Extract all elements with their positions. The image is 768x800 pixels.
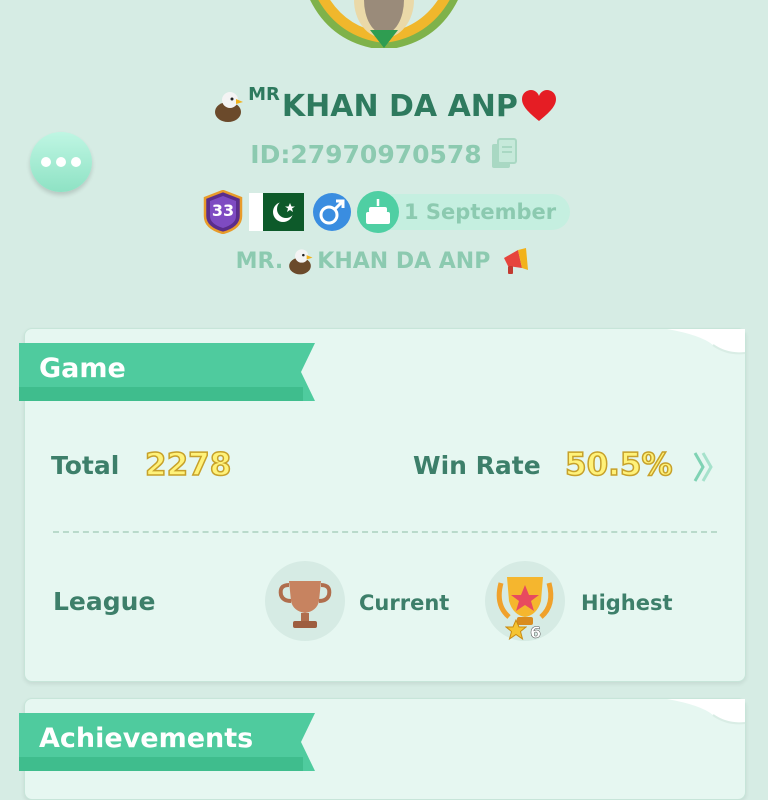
current-label: Current: [359, 591, 450, 615]
signature-name: KHAN DA ANP: [317, 248, 491, 274]
game-title: Game: [39, 353, 126, 384]
highest-stars-count: 6: [530, 623, 542, 643]
eagle-icon: [215, 92, 244, 122]
achievements-title: Achievements: [39, 723, 254, 754]
birthday-text: 1 September: [404, 200, 557, 224]
card-corner-curl: [667, 329, 746, 355]
win-rate-value: 50.5%: [564, 446, 673, 484]
profile-name-row: MR KHAN DA ANP: [0, 84, 768, 124]
male-gender-icon: [313, 193, 351, 231]
heart-icon: [521, 90, 556, 121]
level-badge: 33: [203, 189, 243, 235]
copy-icon[interactable]: [490, 138, 518, 170]
eagle-icon: [289, 249, 313, 275]
birthday-badge: 1 September: [357, 191, 571, 233]
total-value: 2278: [144, 446, 232, 484]
highest-league-trophy[interactable]: 6: [485, 561, 565, 643]
card-corner-curl: [667, 699, 746, 725]
highest-label: Highest: [581, 591, 673, 615]
user-id: ID:27970970578: [250, 139, 482, 169]
achievements-tab-header: Achievements: [19, 713, 319, 771]
profile-name: KHAN DA ANP: [281, 88, 518, 124]
star-icon: [505, 619, 527, 641]
name-prefix: MR: [248, 83, 280, 105]
game-tab-header: Game: [19, 343, 319, 401]
megaphone-icon: [504, 248, 529, 274]
win-rate-label: Win Rate: [413, 451, 541, 480]
bronze-trophy-icon: [278, 581, 332, 628]
current-league-trophy[interactable]: [265, 561, 345, 641]
user-id-row: ID:27970970578: [0, 138, 768, 170]
stats-divider: [53, 531, 717, 533]
signature-prefix: MR.: [235, 248, 284, 274]
profile-frame-badge: [300, 0, 468, 51]
league-label: League: [53, 587, 156, 616]
level-value: 33: [211, 201, 235, 220]
profile-signature: MR. KHAN DA ANP: [0, 246, 768, 276]
total-label: Total: [51, 451, 120, 480]
birthday-cake-icon: [357, 191, 399, 233]
chevron-right-icon[interactable]: [691, 449, 717, 485]
achievements-card: Achievements: [19, 698, 746, 800]
game-stats-card: Game Total 2278 Win Rate 50.5% League Cu…: [19, 328, 746, 682]
pakistan-flag-icon: [249, 193, 304, 231]
profile-badges-row: 33 1 September: [203, 189, 571, 235]
